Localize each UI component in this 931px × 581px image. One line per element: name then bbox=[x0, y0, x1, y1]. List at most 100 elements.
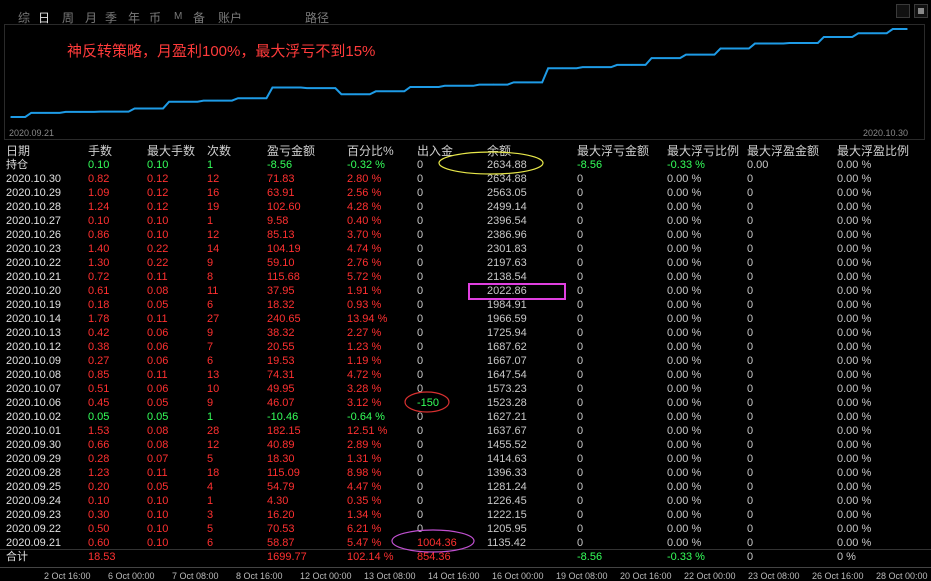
panel-restore-button[interactable] bbox=[914, 4, 928, 18]
table-row[interactable]: 2020.09.29 0.28 0.07 5 18.30 1.31 % 0 1414.63 0 0… bbox=[0, 452, 931, 466]
row-date: 2020.10.30 bbox=[6, 173, 62, 185]
row-max-lots: 0.06 bbox=[147, 383, 169, 395]
table-row[interactable]: 2020.10.21 0.72 0.11 8 115.68 5.72 % 0 2138.54 0… bbox=[0, 270, 931, 284]
row-percent: 4.72 % bbox=[347, 369, 382, 381]
table-row[interactable]: 2020.09.22 0.50 0.10 5 70.53 6.21 % 0 1205.95 0 0… bbox=[0, 522, 931, 536]
time-axis-label: 7 Oct 08:00 bbox=[172, 571, 219, 581]
table-row[interactable]: 2020.10.20 0.61 0.08 11 37.95 1.91 % 0 2022.86 0… bbox=[0, 284, 931, 298]
row-max-float-loss: 0 bbox=[577, 397, 584, 409]
row-count: 12 bbox=[207, 439, 220, 451]
table-row[interactable]: 2020.10.02 0.05 0.05 1 -10.46 -0.64 % 0 1627.21… bbox=[0, 410, 931, 424]
holding-row[interactable]: 持仓 0.10 0.10 1 -8.56 -0.32 % 0 2634.88 -… bbox=[0, 158, 931, 172]
table-row[interactable]: 2020.10.26 0.86 0.10 12 85.13 3.70 % 0 2386.96 0… bbox=[0, 228, 931, 242]
row-max-lots: 0.08 bbox=[147, 425, 169, 437]
row-max-float-loss-pct: 0.00 % bbox=[667, 271, 702, 283]
table-row[interactable]: 2020.10.01 1.53 0.08 28 182.15 12.51 % 0 1637.6… bbox=[0, 424, 931, 438]
total-lots-value: 18.53 bbox=[88, 551, 116, 563]
row-max-float-loss-pct: 0.00 % bbox=[667, 481, 702, 493]
row-inout: 0 bbox=[417, 187, 424, 199]
row-inout: 0 bbox=[417, 495, 424, 507]
column-header-balance[interactable]: 余额 bbox=[487, 143, 511, 159]
row-pnl: 9.58 bbox=[267, 215, 289, 227]
row-inout: 0 bbox=[417, 453, 424, 465]
table-row[interactable]: 2020.10.07 0.51 0.06 10 49.95 3.28 % 0 1573.23 0… bbox=[0, 382, 931, 396]
row-lots: 0.66 bbox=[88, 439, 110, 451]
column-header-percent[interactable]: 百分比% bbox=[347, 143, 394, 159]
row-count: 4 bbox=[207, 481, 214, 493]
column-header-lots[interactable]: 手数 bbox=[88, 143, 112, 159]
column-header-pnl[interactable]: 盈亏金额 bbox=[267, 143, 315, 159]
row-max-float-profit: 0 bbox=[747, 229, 754, 241]
column-header-date[interactable]: 日期 bbox=[6, 143, 30, 159]
row-max-lots: 0.10 bbox=[147, 523, 169, 535]
holding-max-float-loss-pct: -0.33 % bbox=[667, 159, 705, 171]
row-max-float-loss: 0 bbox=[577, 481, 584, 493]
row-balance: 1573.23 bbox=[487, 383, 527, 395]
row-inout: 0 bbox=[417, 327, 424, 339]
row-max-float-profit: 0 bbox=[747, 397, 754, 409]
row-balance: 1984.91 bbox=[487, 299, 527, 311]
row-max-float-profit-pct: 0.00 % bbox=[837, 481, 872, 493]
table-row[interactable]: 2020.10.06 0.45 0.05 9 46.07 3.12 % -150 1523.2… bbox=[0, 396, 931, 410]
row-max-float-profit: 0 bbox=[747, 537, 754, 549]
row-max-float-loss-pct: 0.00 % bbox=[667, 509, 702, 521]
tab-m[interactable]: M bbox=[174, 11, 182, 22]
row-max-float-profit: 0 bbox=[747, 327, 754, 339]
row-max-float-profit-pct: 0.00 % bbox=[837, 299, 872, 311]
row-lots: 1.09 bbox=[88, 187, 110, 199]
row-count: 6 bbox=[207, 537, 214, 549]
table-row[interactable]: 2020.09.23 0.30 0.10 3 16.20 1.34 % 0 1222.15 0 0… bbox=[0, 508, 931, 522]
table-row[interactable]: 2020.09.24 0.10 0.10 1 4.30 0.35 % 0 1226.45 0 0.… bbox=[0, 494, 931, 508]
row-inout: 0 bbox=[417, 341, 424, 353]
column-header-max-float-profit[interactable]: 最大浮盈金额 bbox=[747, 143, 819, 159]
column-header-max-float-loss[interactable]: 最大浮亏金额 bbox=[577, 143, 649, 159]
column-header-count[interactable]: 次数 bbox=[207, 143, 231, 159]
total-max-float-profit: 0 bbox=[747, 551, 754, 563]
row-pnl: 70.53 bbox=[267, 523, 295, 535]
row-percent: 5.72 % bbox=[347, 271, 382, 283]
row-percent: 5.47 % bbox=[347, 537, 382, 549]
row-percent: 4.74 % bbox=[347, 243, 382, 255]
table-row[interactable]: 2020.10.22 1.30 0.22 9 59.10 2.76 % 0 2197.63 0 0… bbox=[0, 256, 931, 270]
table-row[interactable]: 2020.10.29 1.09 0.12 16 63.91 2.56 % 0 2563.05 0… bbox=[0, 186, 931, 200]
column-header-max-float-loss-pct[interactable]: 最大浮亏比例 bbox=[667, 143, 739, 159]
row-max-float-loss-pct: 0.00 % bbox=[667, 397, 702, 409]
table-row[interactable]: 2020.10.23 1.40 0.22 14 104.19 4.74 % 0 2301.83… bbox=[0, 242, 931, 256]
equity-point bbox=[458, 84, 460, 87]
row-date: 2020.09.29 bbox=[6, 453, 62, 465]
table-row[interactable]: 2020.10.08 0.85 0.11 13 74.31 4.72 % 0 1647.54 0… bbox=[0, 368, 931, 382]
row-max-float-loss: 0 bbox=[577, 271, 584, 283]
row-max-float-profit-pct: 0.00 % bbox=[837, 243, 872, 255]
table-row[interactable]: 2020.09.25 0.20 0.05 4 54.79 4.47 % 0 1281.24 0 0… bbox=[0, 480, 931, 494]
column-header-inout[interactable]: 出入金 bbox=[417, 143, 453, 159]
row-max-float-profit: 0 bbox=[747, 257, 754, 269]
table-row[interactable]: 2020.09.30 0.66 0.08 12 40.89 2.89 % 0 1455.52 0… bbox=[0, 438, 931, 452]
table-row[interactable]: 2020.10.09 0.27 0.06 6 19.53 1.19 % 0 1667.07 0 0… bbox=[0, 354, 931, 368]
row-inout: 0 bbox=[417, 481, 424, 493]
table-row[interactable]: 2020.10.19 0.18 0.05 6 18.32 0.93 % 0 1984.91 0 0… bbox=[0, 298, 931, 312]
row-lots: 1.30 bbox=[88, 257, 110, 269]
equity-point bbox=[148, 107, 150, 110]
table-row[interactable]: 2020.10.12 0.38 0.06 7 20.55 1.23 % 0 1687.62 0 0… bbox=[0, 340, 931, 354]
row-max-float-loss: 0 bbox=[577, 495, 584, 507]
row-lots: 0.82 bbox=[88, 173, 110, 185]
column-header-max-float-profit-pct[interactable]: 最大浮盈比例 bbox=[837, 143, 909, 159]
panel-toggle-button[interactable] bbox=[896, 4, 910, 18]
table-row[interactable]: 2020.10.28 1.24 0.12 19 102.60 4.28 % 0 2499.14… bbox=[0, 200, 931, 214]
row-max-float-profit: 0 bbox=[747, 243, 754, 255]
row-percent: 2.56 % bbox=[347, 187, 382, 199]
table-row[interactable]: 2020.09.21 0.60 0.10 6 58.87 5.47 % 1004.36 113… bbox=[0, 536, 931, 550]
table-row[interactable]: 2020.10.30 0.82 0.12 12 71.83 2.80 % 0 2634.88 0… bbox=[0, 172, 931, 186]
row-max-float-loss: 0 bbox=[577, 509, 584, 521]
row-max-float-loss: 0 bbox=[577, 425, 584, 437]
table-row[interactable]: 2020.09.28 1.23 0.11 18 115.09 8.98 % 0 1396.33… bbox=[0, 466, 931, 480]
column-header-max-lots[interactable]: 最大手数 bbox=[147, 143, 195, 159]
equity-point bbox=[320, 87, 322, 89]
row-max-float-profit-pct: 0.00 % bbox=[837, 229, 872, 241]
table-row[interactable]: 2020.10.27 0.10 0.10 1 9.58 0.40 % 0 2396.54 0 0.… bbox=[0, 214, 931, 228]
row-date: 2020.10.23 bbox=[6, 243, 62, 255]
row-balance: 1135.42 bbox=[487, 537, 526, 549]
table-row[interactable]: 2020.10.13 0.42 0.06 9 38.32 2.27 % 0 1725.94 0 0… bbox=[0, 326, 931, 340]
table-row[interactable]: 2020.10.14 1.78 0.11 27 240.65 13.94 % 0 1966.5… bbox=[0, 312, 931, 326]
row-balance: 2138.54 bbox=[487, 271, 527, 283]
